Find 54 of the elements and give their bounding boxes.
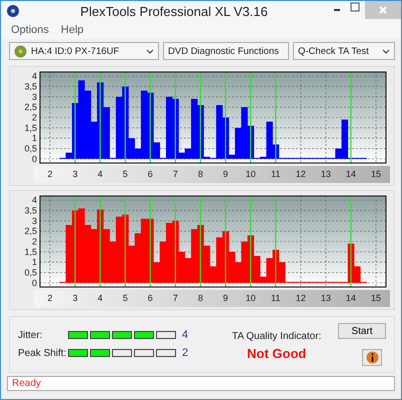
- y-tick-label: 3,5: [24, 81, 37, 92]
- x-tick-label: 8: [198, 293, 203, 303]
- x-tick-label: 15: [370, 293, 381, 303]
- x-tick-label: 5: [122, 169, 128, 179]
- quality-result: Not Good: [247, 346, 306, 361]
- quality-label: TA Quality Indicator:: [232, 331, 322, 342]
- y-tick-label: 4: [32, 71, 37, 82]
- x-tick-label: 14: [346, 293, 356, 303]
- x-tick-label: 13: [320, 293, 331, 303]
- y-tick-label: 0: [32, 278, 37, 288]
- x-tick-label: 12: [296, 169, 306, 179]
- y-tick-label: 1: [32, 257, 37, 268]
- x-tick-label: 5: [122, 293, 128, 303]
- y-tick-label: 3: [32, 216, 37, 226]
- x-tick-label: 3: [72, 169, 78, 179]
- window-title: PlexTools Professional XL V3.16: [79, 4, 269, 18]
- y-tick-label: 1,5: [24, 122, 37, 133]
- y-tick-label: 2: [32, 236, 37, 246]
- y-tick-label: 2: [32, 112, 37, 122]
- x-tick-label: 13: [320, 169, 331, 179]
- y-tick-label: 0,5: [24, 144, 37, 154]
- x-tick-label: 10: [246, 293, 256, 303]
- x-tick-label: 14: [346, 169, 356, 179]
- meter-label: Jitter:: [18, 330, 44, 340]
- y-tick-label: 3,5: [24, 205, 37, 216]
- meter-reading: 2: [182, 347, 188, 359]
- x-tick-label: 3: [72, 293, 78, 303]
- y-tick-label: 2,5: [24, 226, 37, 236]
- y-tick-label: 1: [32, 133, 37, 144]
- x-tick-label: 4: [98, 169, 103, 179]
- y-tick-label: 3: [32, 92, 37, 102]
- status-text: Ready: [12, 378, 41, 389]
- x-tick-label: 6: [148, 293, 153, 303]
- x-tick-label: 9: [223, 293, 228, 303]
- y-tick-label: 1,5: [24, 246, 37, 257]
- x-tick-label: 2: [48, 169, 53, 179]
- meter-reading: 4: [182, 329, 188, 341]
- x-tick-label: 7: [172, 293, 178, 303]
- y-tick-label: 2,5: [24, 102, 37, 112]
- y-tick-label: 4: [32, 195, 37, 206]
- x-tick-label: 12: [296, 293, 306, 303]
- x-tick-label: 9: [223, 169, 228, 179]
- x-tick-label: 7: [172, 169, 178, 179]
- x-tick-label: 2: [48, 293, 53, 303]
- x-tick-label: 8: [198, 169, 203, 179]
- x-tick-label: 10: [246, 169, 256, 179]
- x-tick-label: 6: [148, 169, 153, 179]
- x-tick-label: 15: [370, 169, 381, 179]
- y-tick-label: 0,5: [24, 268, 37, 278]
- y-tick-label: 0: [32, 154, 37, 164]
- x-tick-label: 11: [271, 293, 280, 303]
- x-tick-label: 4: [98, 293, 103, 303]
- meter-label: Peak Shift:: [18, 348, 68, 358]
- x-tick-label: 11: [271, 169, 280, 179]
